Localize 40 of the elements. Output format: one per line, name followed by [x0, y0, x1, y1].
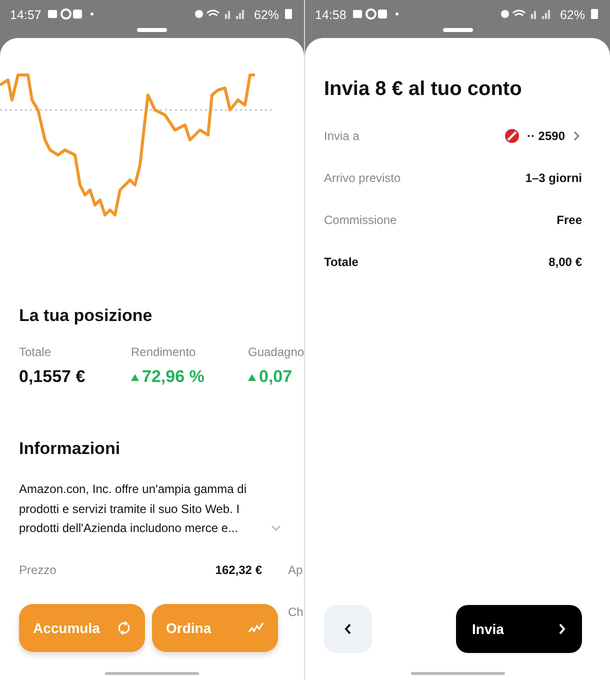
- detail-label: Ch: [288, 604, 304, 618]
- battery-icon: [591, 8, 598, 19]
- stat-value: 0,07: [259, 367, 292, 387]
- battery-level: 62%: [254, 8, 279, 22]
- stat-value: 0,1557 €: [19, 367, 86, 387]
- bank-logo-icon: [504, 129, 519, 143]
- chevron-right-icon: [558, 623, 566, 635]
- clock-time: 14:57: [10, 8, 42, 22]
- clock-time: 14:58: [315, 8, 346, 22]
- chevron-down-icon[interactable]: [271, 524, 281, 532]
- company-description: Amazon.con, Inc. offre un'ampia gamma di prodotti e servizi tramite il suo Sito Web. I prodotti dell'Azienda includono merce e...: [19, 481, 248, 537]
- repeat-icon: [117, 621, 131, 635]
- chevron-right-icon[interactable]: [573, 131, 580, 141]
- detail-label: Invia a: [324, 129, 360, 143]
- up-triangle-icon: [131, 374, 139, 380]
- detail-label: Arrivo previsto: [324, 171, 401, 185]
- up-triangle-icon: [248, 374, 256, 380]
- battery-level: 62%: [560, 8, 585, 22]
- drag-handle[interactable]: [442, 28, 472, 32]
- detail-label: Prezzo: [19, 562, 58, 576]
- detail-label: Totale: [324, 255, 358, 269]
- detail-value: Free: [556, 213, 582, 227]
- trend-line-icon: [248, 622, 264, 634]
- detail-value: 162,32 €: [214, 562, 262, 576]
- detail-label: Commissione: [324, 213, 397, 227]
- send-button[interactable]: Invia: [456, 605, 582, 653]
- battery-icon: [285, 8, 292, 19]
- stat-value: 72,96 %: [142, 367, 204, 387]
- detail-value: 1–3 giorni: [525, 171, 582, 185]
- detail-value: 8,00 €: [548, 255, 582, 269]
- detail-label: Ap: [288, 562, 303, 576]
- account-number[interactable]: ·· 2590: [526, 129, 565, 143]
- drag-handle[interactable]: [137, 28, 167, 32]
- section-title: La tua posizione: [19, 306, 154, 326]
- chevron-left-icon: [344, 623, 352, 635]
- stat-label: Guadagno: [248, 345, 304, 359]
- stat-label: Rendimento: [131, 345, 197, 359]
- section-title: Informazioni: [19, 439, 122, 459]
- page-title: Invia 8 € al tuo conto: [324, 78, 523, 101]
- stat-label: Totale: [19, 345, 52, 359]
